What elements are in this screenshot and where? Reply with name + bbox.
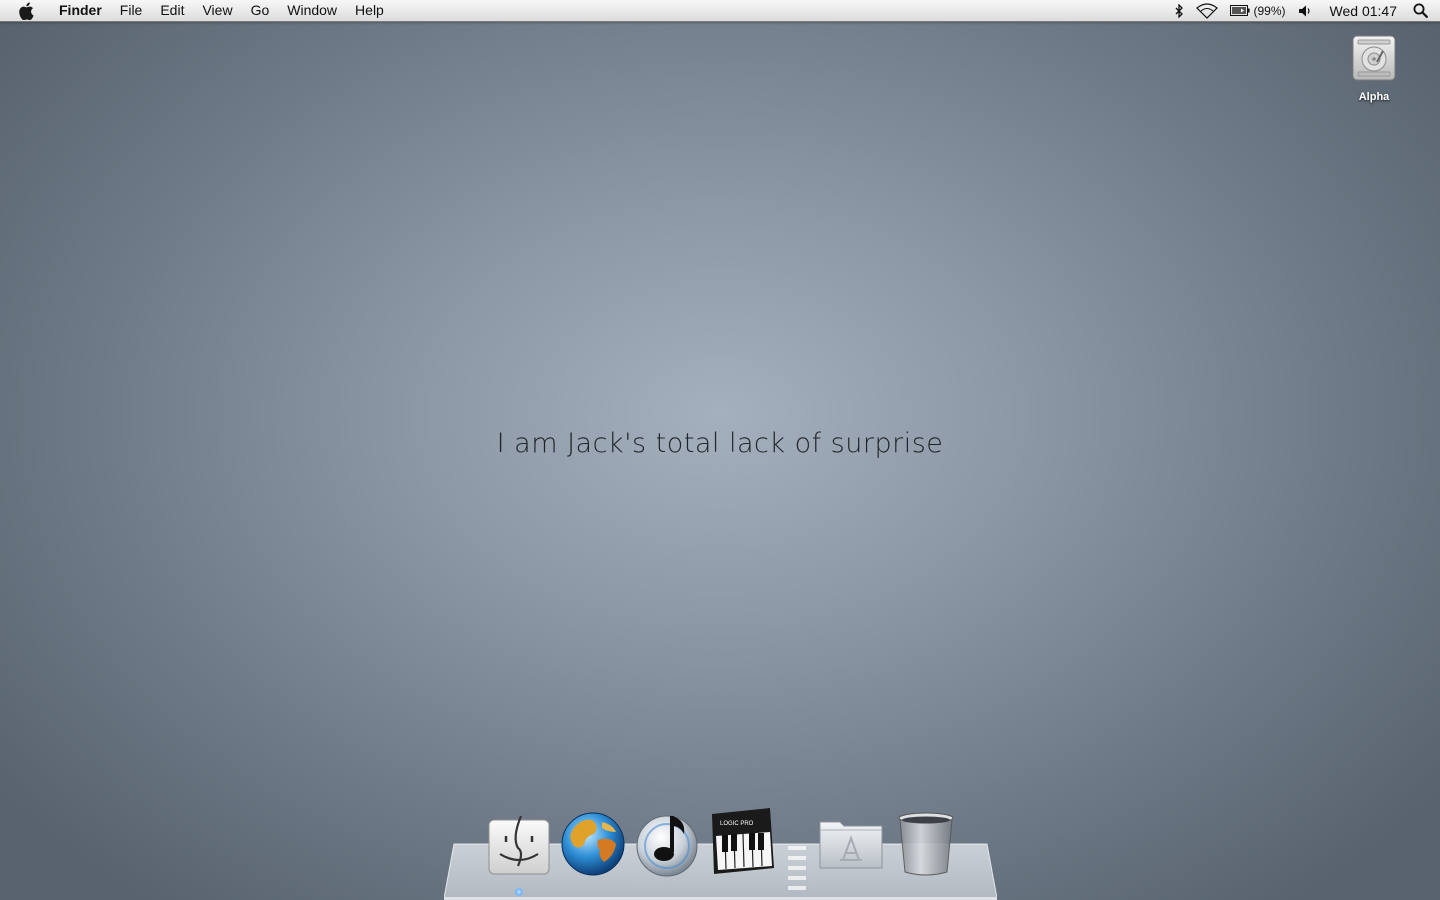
globe-icon <box>561 812 625 876</box>
running-indicator <box>515 888 523 896</box>
battery-percentage: (99%) <box>1253 3 1286 18</box>
spotlight-search-icon[interactable] <box>1413 0 1428 21</box>
itunes-icon <box>636 815 698 877</box>
menu-file[interactable]: File <box>111 0 152 21</box>
menu-app-finder[interactable]: Finder <box>50 0 111 21</box>
finder-icon <box>488 815 550 875</box>
applications-folder-icon <box>819 821 883 869</box>
menu-go[interactable]: Go <box>242 0 279 21</box>
dock-items: LOGIC PRO <box>444 806 997 896</box>
dock-separator <box>786 844 808 896</box>
wallpaper-quote: I am Jack's total lack of surprise <box>496 428 944 459</box>
menu-window[interactable]: Window <box>278 0 346 21</box>
wifi-icon[interactable] <box>1195 0 1218 21</box>
menubar-clock[interactable]: Wed 01:47 <box>1330 3 1397 19</box>
logic-pro-icon: LOGIC PRO <box>712 808 774 874</box>
logic-pro-badge: LOGIC PRO <box>720 821 754 827</box>
desktop-icon-label: Alpha <box>1358 91 1390 103</box>
trash-icon <box>898 812 954 876</box>
apple-menu-icon[interactable] <box>18 1 36 20</box>
menu-help[interactable]: Help <box>346 0 393 21</box>
menu-view[interactable]: View <box>193 0 241 21</box>
dock-finder[interactable] <box>484 806 554 878</box>
volume-icon[interactable] <box>1298 0 1314 21</box>
battery-icon[interactable]: (99%) <box>1229 0 1286 21</box>
dock-globe-app[interactable] <box>558 806 628 878</box>
menu-bar: Finder File Edit View Go Window Help (99… <box>0 0 1440 22</box>
desktop-icon-alpha[interactable]: Alpha <box>1336 32 1412 103</box>
dock-logic-pro[interactable]: LOGIC PRO <box>706 806 776 878</box>
menu-edit[interactable]: Edit <box>151 0 193 21</box>
dock-applications-folder[interactable] <box>816 806 886 878</box>
dock-trash[interactable] <box>891 806 961 878</box>
dock-itunes[interactable] <box>632 806 702 878</box>
bluetooth-icon[interactable] <box>1174 0 1184 21</box>
hard-drive-icon <box>1349 35 1399 88</box>
